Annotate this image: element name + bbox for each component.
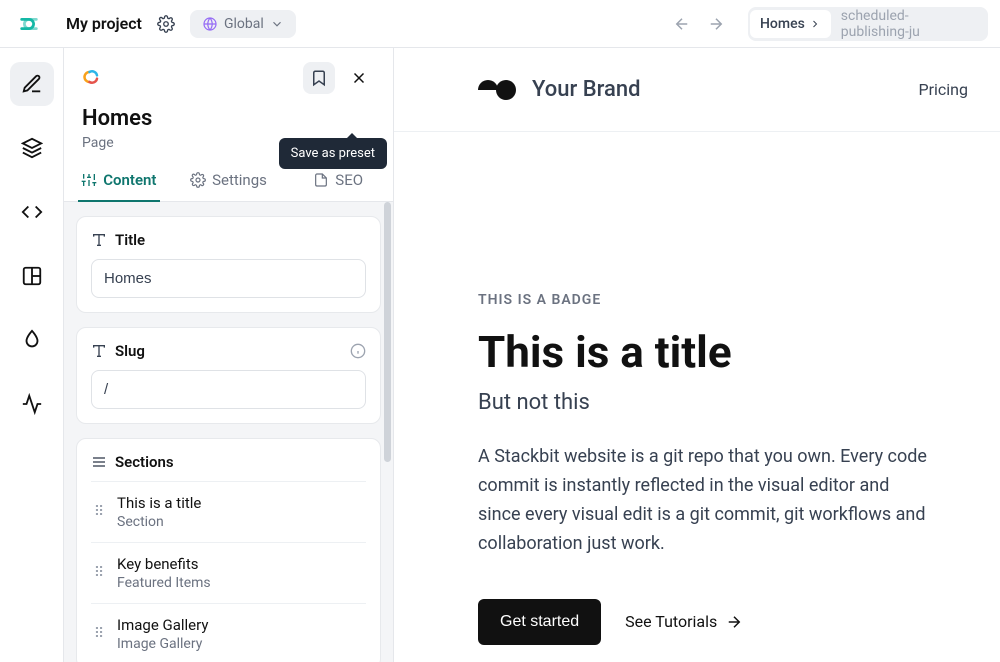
bookmark-icon <box>310 69 328 87</box>
tab-body: Title Slug Sections <box>64 202 393 662</box>
hero-title: This is a title <box>478 328 930 376</box>
breadcrumb-truncated-label: scheduled-publishing-ju <box>841 8 976 40</box>
breadcrumb-item-truncated[interactable]: scheduled-publishing-ju <box>831 7 986 41</box>
type-icon <box>91 343 107 359</box>
sliders-icon <box>81 172 97 188</box>
sidebar-button-activity[interactable] <box>10 382 54 426</box>
hero-subtitle: But not this <box>478 390 930 415</box>
section-item-title: Key benefits <box>117 555 211 573</box>
field-title-label: Title <box>115 231 145 249</box>
save-as-preset-button[interactable] <box>303 62 335 94</box>
drag-handle-icon[interactable]: ⠿ <box>93 504 107 520</box>
sidebar-button-layers[interactable] <box>10 126 54 170</box>
tab-seo-label: SEO <box>335 171 363 189</box>
arrow-right-icon <box>725 613 743 631</box>
project-name[interactable]: My project <box>66 14 142 33</box>
locale-label: Global <box>224 16 264 32</box>
tab-seo[interactable]: SEO <box>283 159 393 201</box>
breadcrumb-active-label: Homes <box>760 16 805 32</box>
section-item[interactable]: ⠿ Key benefits Featured Items <box>91 542 366 603</box>
note-icon <box>313 172 329 188</box>
cta-primary-button[interactable]: Get started <box>478 599 601 645</box>
chevron-down-icon <box>270 17 284 31</box>
sidebar-button-paint[interactable] <box>10 318 54 362</box>
close-panel-button[interactable] <box>343 62 375 94</box>
field-title-card: Title <box>76 216 381 313</box>
tab-settings-label: Settings <box>212 171 267 189</box>
type-icon <box>91 232 107 248</box>
drag-handle-icon[interactable]: ⠿ <box>93 626 107 642</box>
hero-badge: THIS IS A BADGE <box>478 292 930 308</box>
nav-forward-button[interactable] <box>700 8 732 40</box>
app-logo <box>14 9 44 39</box>
field-title-input[interactable] <box>91 259 366 298</box>
preview-pane: Your Brand Pricing THIS IS A BADGE This … <box>394 48 1000 662</box>
nav-back-forward <box>666 8 732 40</box>
field-sections-label: Sections <box>115 453 174 471</box>
field-sections-card: Sections ⠿ This is a title Section ⠿ Key… <box>76 438 381 662</box>
drag-handle-icon[interactable]: ⠿ <box>93 565 107 581</box>
brand-name: Your Brand <box>532 77 640 102</box>
tab-content[interactable]: Content <box>64 159 174 201</box>
info-icon <box>350 343 366 359</box>
nav-back-button[interactable] <box>666 8 698 40</box>
hero-section: THIS IS A BADGE This is a title But not … <box>394 132 954 662</box>
field-slug-input[interactable] <box>91 370 366 409</box>
breadcrumb-item-active[interactable]: Homes <box>750 10 831 38</box>
breadcrumb: Homes scheduled-publishing-ju <box>748 7 988 41</box>
field-slug-card: Slug <box>76 327 381 424</box>
section-item[interactable]: ⠿ This is a title Section <box>91 481 366 542</box>
list-icon <box>91 454 107 470</box>
section-item[interactable]: ⠿ Image Gallery Image Gallery <box>91 603 366 662</box>
cta-secondary-link[interactable]: See Tutorials <box>625 612 743 631</box>
nav-pricing-link[interactable]: Pricing <box>919 80 977 99</box>
project-settings-button[interactable] <box>152 10 180 38</box>
field-slug-label: Slug <box>115 342 145 360</box>
sidebar-button-layout[interactable] <box>10 254 54 298</box>
globe-icon <box>202 16 218 32</box>
section-item-type: Section <box>117 514 201 530</box>
cta-secondary-label: See Tutorials <box>625 612 717 631</box>
locale-picker[interactable]: Global <box>190 10 296 38</box>
tab-content-label: Content <box>103 171 156 189</box>
content-source-icon <box>82 67 104 89</box>
section-item-title: Image Gallery <box>117 616 208 634</box>
section-item-type: Image Gallery <box>117 636 208 652</box>
content-panel: Homes Page Save as preset Content Settin… <box>64 48 394 662</box>
icon-sidebar <box>0 48 64 662</box>
topbar: My project Global Homes <box>0 0 1000 48</box>
close-icon <box>350 69 368 87</box>
gear-icon <box>190 172 206 188</box>
section-item-type: Featured Items <box>117 575 211 591</box>
panel-title: Homes <box>82 106 375 131</box>
chevron-right-icon <box>809 18 821 30</box>
hero-paragraph: A Stackbit website is a git repo that yo… <box>478 443 930 558</box>
brand-logo-icon <box>478 79 518 101</box>
sidebar-button-code[interactable] <box>10 190 54 234</box>
tab-settings[interactable]: Settings <box>174 159 284 201</box>
site-header: Your Brand Pricing <box>394 48 1000 132</box>
field-slug-info-button[interactable] <box>350 343 366 359</box>
panel-tabs: Content Settings SEO <box>64 159 393 202</box>
sidebar-button-edit[interactable] <box>10 62 54 106</box>
scrollbar[interactable] <box>384 202 391 462</box>
section-item-title: This is a title <box>117 494 201 512</box>
